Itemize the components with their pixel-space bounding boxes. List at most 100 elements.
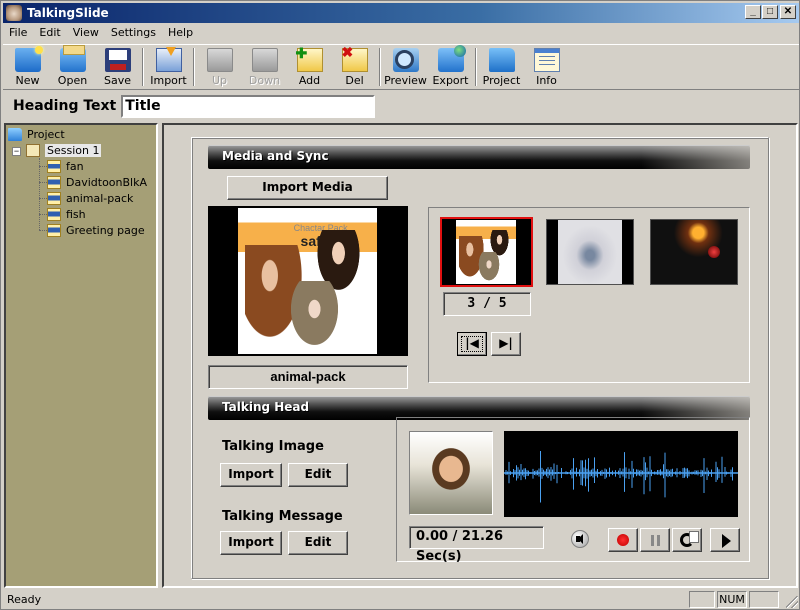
new-button[interactable]: New bbox=[5, 45, 50, 89]
del-label: Del bbox=[345, 74, 364, 87]
status-text: Ready bbox=[7, 593, 42, 606]
tree-item-slide[interactable]: DavidtoonBlkA bbox=[47, 174, 147, 190]
slide-icon bbox=[47, 159, 61, 173]
import-button[interactable]: Import bbox=[146, 45, 191, 89]
tree-item-label: fan bbox=[66, 159, 84, 173]
record-button[interactable] bbox=[608, 528, 638, 552]
status-pane-caps bbox=[689, 591, 715, 608]
tree-item-label: Project bbox=[27, 127, 65, 141]
import-media-button[interactable]: Import Media bbox=[227, 176, 388, 200]
tree-item-slide[interactable]: animal-pack bbox=[47, 190, 133, 206]
tree-item-label: Session 1 bbox=[45, 143, 102, 157]
media-preview: Chactar Pack safari bbox=[208, 206, 408, 356]
media-sync-title: Media and Sync bbox=[222, 149, 329, 163]
del-button[interactable]: ✖ Del bbox=[332, 44, 377, 89]
project-label: Project bbox=[482, 74, 521, 87]
import-label: Import bbox=[150, 74, 187, 87]
first-slide-button[interactable]: |◀ bbox=[457, 332, 487, 356]
add-slide-icon: ✚ bbox=[296, 45, 323, 72]
close-button[interactable]: ✕ bbox=[780, 5, 796, 19]
thumbnail-animal-pack[interactable] bbox=[440, 217, 533, 287]
menu-edit[interactable]: Edit bbox=[33, 24, 66, 42]
info-button[interactable]: Info bbox=[524, 45, 569, 89]
talking-message-import-button[interactable]: Import bbox=[220, 531, 282, 555]
talking-image-edit-button[interactable]: Edit bbox=[288, 463, 348, 487]
menu-view[interactable]: View bbox=[67, 24, 105, 42]
export-label: Export bbox=[432, 74, 469, 87]
menu-settings[interactable]: Settings bbox=[105, 24, 162, 42]
play-button[interactable] bbox=[710, 528, 740, 552]
pause-button[interactable] bbox=[640, 528, 670, 552]
status-bar: Ready NUM bbox=[3, 591, 799, 609]
open-button[interactable]: Open bbox=[50, 45, 95, 89]
thumbnail-fish[interactable] bbox=[546, 219, 634, 285]
thumbnail-image bbox=[456, 220, 516, 284]
preview-magnifier-icon bbox=[392, 48, 419, 72]
sync-icon bbox=[680, 531, 699, 547]
slide-icon bbox=[47, 207, 61, 221]
thumbnail-greeting-page[interactable] bbox=[650, 219, 738, 285]
menu-bar: File Edit View Settings Help bbox=[3, 24, 199, 42]
import-icon bbox=[155, 47, 182, 72]
audio-waveform[interactable] bbox=[504, 431, 738, 517]
new-folder-icon bbox=[14, 46, 43, 72]
last-slide-button[interactable]: ▶| bbox=[491, 332, 521, 356]
preview-button[interactable]: Preview bbox=[383, 45, 428, 89]
minimize-button[interactable]: _ bbox=[745, 5, 761, 19]
info-label: Info bbox=[536, 74, 557, 87]
down-label: Down bbox=[248, 74, 281, 87]
tree-item-slide[interactable]: Greeting page bbox=[47, 222, 145, 238]
media-sync-header: Media and Sync bbox=[208, 145, 750, 169]
waveform-graph bbox=[504, 450, 738, 503]
up-button[interactable]: Up bbox=[197, 45, 242, 89]
main-panel: Media and Sync Import Media Chactar Pack… bbox=[162, 123, 798, 588]
session-icon bbox=[26, 143, 40, 157]
tree-item-label: animal-pack bbox=[66, 191, 134, 205]
minimize-icon: _ bbox=[750, 6, 756, 17]
menu-help[interactable]: Help bbox=[162, 24, 199, 42]
preview-label: Preview bbox=[384, 74, 427, 87]
project-folder-icon bbox=[8, 127, 22, 141]
move-up-icon bbox=[206, 48, 233, 72]
skip-to-end-icon: ▶| bbox=[499, 336, 513, 350]
project-folder-icon bbox=[488, 48, 515, 72]
tree-item-project[interactable]: Project bbox=[8, 126, 65, 142]
slide-counter: 3 / 5 bbox=[443, 292, 531, 316]
down-button[interactable]: Down bbox=[242, 45, 287, 89]
new-label: New bbox=[15, 74, 40, 87]
move-down-icon bbox=[251, 48, 278, 72]
talking-message-edit-button[interactable]: Edit bbox=[288, 531, 348, 555]
status-pane-num: NUM bbox=[717, 591, 747, 608]
toolbar-separator bbox=[142, 48, 144, 86]
heading-text-input[interactable]: Title bbox=[121, 94, 376, 118]
thumbnail-strip: 3 / 5 |◀ ▶| bbox=[428, 207, 750, 383]
export-button[interactable]: Export bbox=[428, 45, 473, 89]
tree-item-slide[interactable]: fan bbox=[47, 158, 84, 174]
maximize-button[interactable]: □ bbox=[762, 5, 778, 19]
play-icon bbox=[722, 534, 731, 548]
volume-icon[interactable] bbox=[571, 530, 589, 548]
open-label: Open bbox=[57, 74, 88, 87]
sync-button[interactable] bbox=[672, 528, 702, 552]
app-window: TalkingSlide _ □ ✕ File Edit View Settin… bbox=[0, 0, 800, 610]
maximize-icon: □ bbox=[766, 6, 774, 17]
tree-item-session[interactable]: Session 1 bbox=[26, 142, 102, 158]
project-button[interactable]: Project bbox=[479, 45, 524, 89]
slide-icon bbox=[47, 223, 61, 237]
tree-item-slide[interactable]: fish bbox=[47, 206, 86, 222]
project-tree[interactable]: Project − Session 1 fan DavidtoonBlkA an… bbox=[4, 123, 158, 588]
collapse-toggle[interactable]: − bbox=[12, 147, 21, 156]
talking-image-import-button[interactable]: Import bbox=[220, 463, 282, 487]
title-bar[interactable]: TalkingSlide _ □ ✕ bbox=[3, 3, 799, 23]
heading-row: Heading Text Title bbox=[3, 92, 799, 120]
menu-file[interactable]: File bbox=[3, 24, 33, 42]
thumbnail-image bbox=[651, 220, 737, 284]
resize-grip[interactable] bbox=[786, 596, 798, 608]
export-globe-icon bbox=[437, 45, 466, 72]
pause-icon bbox=[651, 535, 660, 546]
save-button[interactable]: Save bbox=[95, 45, 140, 89]
save-disk-icon bbox=[104, 48, 131, 72]
tree-item-label: Greeting page bbox=[66, 223, 145, 237]
add-button[interactable]: ✚ Add bbox=[287, 45, 332, 89]
add-label: Add bbox=[298, 74, 321, 87]
